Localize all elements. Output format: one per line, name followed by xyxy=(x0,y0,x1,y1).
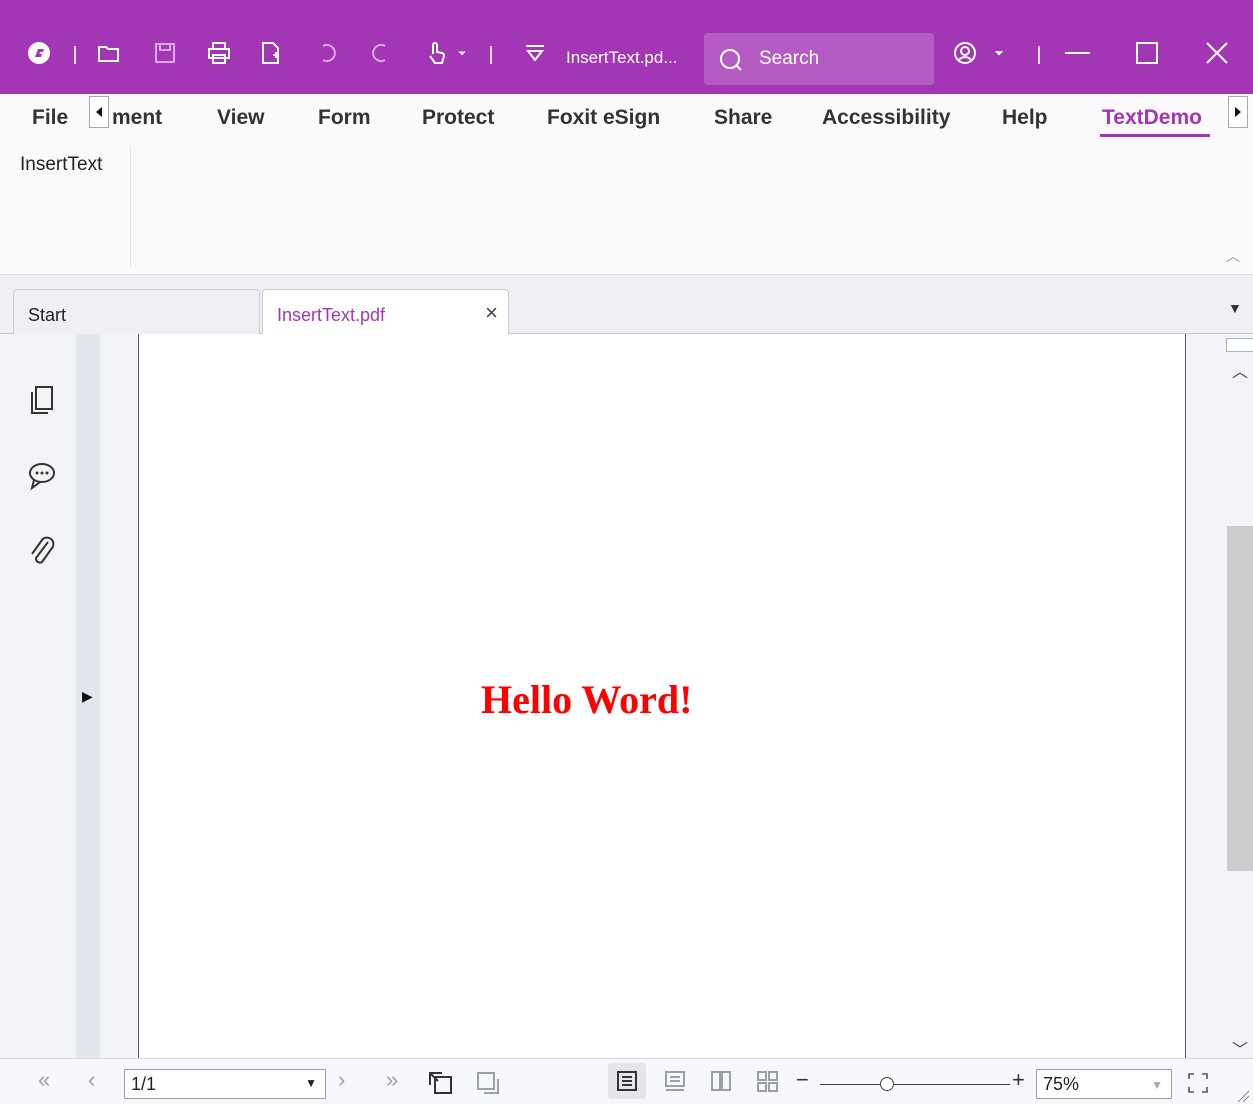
menu-comment[interactable]: ment xyxy=(112,106,162,130)
facing-view-icon[interactable] xyxy=(710,1070,732,1094)
open-folder-icon[interactable] xyxy=(94,38,124,68)
full-screen-icon[interactable] xyxy=(1186,1071,1210,1095)
zoom-slider-track[interactable] xyxy=(820,1084,1010,1085)
tab-inserttext[interactable]: InsertText.pdf × xyxy=(262,289,509,336)
zoom-in-icon[interactable]: + xyxy=(1012,1067,1025,1093)
page-text: Hello Word! xyxy=(481,677,693,722)
menu-form[interactable]: Form xyxy=(318,106,371,130)
foxit-logo-icon[interactable] xyxy=(24,38,54,68)
page-number-field[interactable]: 1/1 ▼ xyxy=(124,1069,326,1099)
continuous-view-icon[interactable] xyxy=(664,1070,686,1094)
title-bar: InsertText.pd... Search xyxy=(0,0,1253,94)
menu-share[interactable]: Share xyxy=(714,106,772,130)
comments-icon[interactable] xyxy=(24,458,60,494)
menu-help[interactable]: Help xyxy=(1002,106,1048,130)
menu-foxit-esign[interactable]: Foxit eSign xyxy=(547,106,660,130)
toolbar-separator xyxy=(1038,46,1040,64)
menu-scroll-left-button[interactable] xyxy=(89,96,109,128)
minimize-icon[interactable] xyxy=(1062,38,1092,68)
page-indicator: 1/1 xyxy=(131,1074,157,1094)
menu-view[interactable]: View xyxy=(217,106,264,130)
document-tab-strip: Start InsertText.pdf × ▼ xyxy=(0,275,1253,336)
zoom-dropdown-icon[interactable]: ▼ xyxy=(1151,1078,1163,1092)
next-page-icon[interactable]: › xyxy=(338,1067,345,1093)
resize-grip-icon[interactable] xyxy=(1236,1089,1250,1103)
pdf-page: Hello Word! xyxy=(138,334,1186,1058)
navigation-panel xyxy=(0,334,76,1058)
print-icon[interactable] xyxy=(204,38,234,68)
continuous-facing-view-icon[interactable] xyxy=(756,1070,780,1094)
new-document-icon[interactable] xyxy=(256,38,286,68)
menu-file[interactable]: File xyxy=(32,106,68,130)
menu-textdemo[interactable]: TextDemo xyxy=(1102,106,1202,130)
undo-icon[interactable] xyxy=(312,38,342,68)
attachments-icon[interactable] xyxy=(24,534,60,570)
zoom-out-icon[interactable]: − xyxy=(796,1067,809,1093)
toolbar-separator xyxy=(490,46,492,64)
ribbon: InsertText ︿ xyxy=(0,146,1253,275)
next-view-icon[interactable] xyxy=(474,1069,504,1097)
redo-icon[interactable] xyxy=(366,38,396,68)
scroll-up-icon[interactable]: ︿ xyxy=(1232,358,1248,382)
single-page-view-button[interactable] xyxy=(608,1063,646,1099)
scroll-down-icon[interactable]: ﹀ xyxy=(1232,1036,1248,1060)
document-title: InsertText.pd... xyxy=(566,48,678,67)
vertical-scrollbar[interactable]: ︿ ﹀ xyxy=(1186,334,1253,1060)
tab-start[interactable]: Start xyxy=(13,289,260,335)
search-input[interactable]: Search xyxy=(704,33,934,85)
single-page-icon xyxy=(617,1071,637,1091)
menu-scroll-right-button[interactable] xyxy=(1228,96,1248,128)
hand-tool-icon[interactable] xyxy=(422,38,452,68)
maximize-icon[interactable] xyxy=(1132,38,1162,68)
search-icon xyxy=(720,49,742,71)
page-dropdown-icon[interactable]: ▼ xyxy=(305,1076,317,1090)
document-gutter xyxy=(100,334,138,1058)
menu-bar: File ment View Form Protect Foxit eSign … xyxy=(0,94,1253,146)
close-icon[interactable] xyxy=(1202,38,1232,68)
zoom-level-field[interactable]: 75% ▼ xyxy=(1036,1069,1172,1099)
search-placeholder: Search xyxy=(759,48,820,69)
zoom-slider-handle[interactable] xyxy=(880,1077,894,1091)
menu-accessibility[interactable]: Accessibility xyxy=(822,106,950,130)
split-view-handle[interactable] xyxy=(1226,338,1253,352)
hand-tool-dropdown-icon[interactable] xyxy=(452,38,472,68)
account-dropdown-icon[interactable] xyxy=(988,38,1010,68)
pages-icon[interactable] xyxy=(24,382,60,418)
status-bar: « ‹ 1/1 ▼ › » − + 75% ▼ xyxy=(0,1058,1253,1104)
customize-toolbar-icon[interactable] xyxy=(520,38,550,68)
account-icon[interactable] xyxy=(950,38,980,68)
save-icon[interactable] xyxy=(150,38,180,68)
caret-left-icon xyxy=(96,107,102,117)
menu-protect[interactable]: Protect xyxy=(422,106,494,130)
zoom-level: 75% xyxy=(1043,1074,1080,1094)
previous-view-icon[interactable] xyxy=(426,1069,456,1097)
toolbar-separator xyxy=(74,46,76,64)
tabs-dropdown-icon[interactable]: ▼ xyxy=(1228,300,1242,316)
expand-panel-icon[interactable]: ▶ xyxy=(82,688,93,705)
insert-text-button[interactable]: InsertText xyxy=(20,154,102,176)
tab-inserttext-label: InsertText.pdf xyxy=(277,305,386,325)
active-tab-underline xyxy=(1100,134,1210,137)
caret-right-icon xyxy=(1235,107,1241,117)
scrollbar-thumb[interactable] xyxy=(1227,526,1253,871)
previous-page-icon[interactable]: ‹ xyxy=(88,1067,95,1093)
first-page-icon[interactable]: « xyxy=(38,1067,50,1093)
collapse-ribbon-icon[interactable]: ︿ xyxy=(1226,246,1240,266)
tab-start-label: Start xyxy=(28,305,67,325)
last-page-icon[interactable]: » xyxy=(386,1067,398,1093)
ribbon-divider xyxy=(130,146,131,266)
close-tab-icon[interactable]: × xyxy=(485,300,498,326)
